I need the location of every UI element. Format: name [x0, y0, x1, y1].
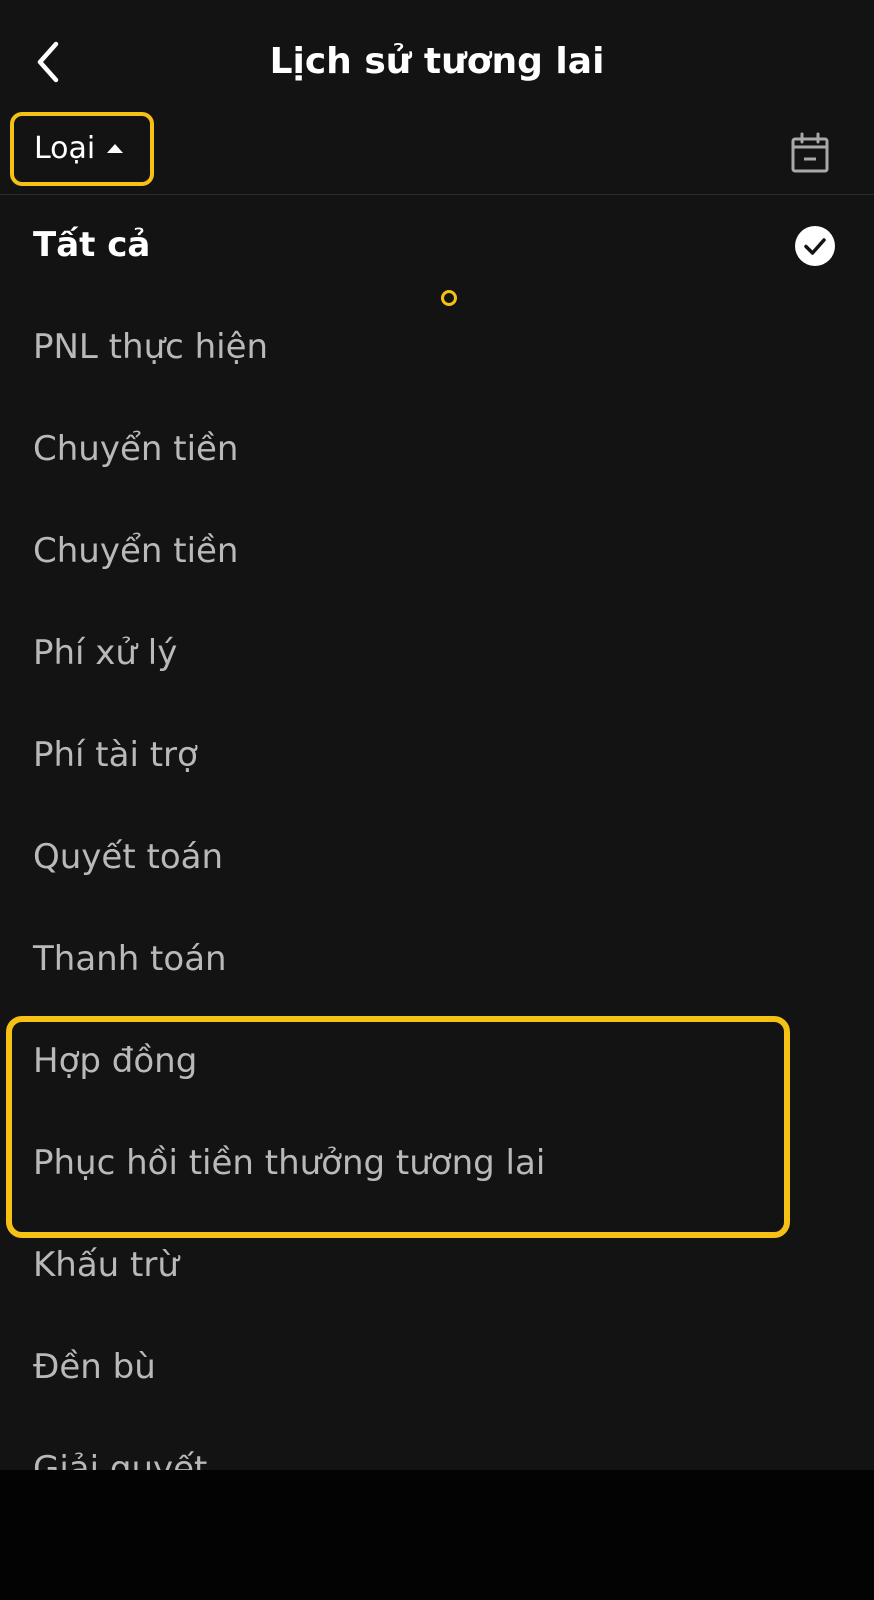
option-item[interactable]: Thanh toán: [0, 909, 874, 1011]
futures-history-screen: Lịch sử tương lai Loại Tất cả PNL thực h…: [0, 0, 874, 1470]
header: Lịch sử tương lai: [0, 0, 874, 120]
option-label: Phí tài trợ: [33, 735, 198, 775]
option-label: Chuyển tiền: [33, 531, 239, 571]
type-filter-dropdown[interactable]: Loại: [10, 112, 154, 186]
filter-bar: Loại: [0, 112, 874, 195]
option-item-all[interactable]: Tất cả: [0, 195, 874, 297]
type-filter-label: Loại: [34, 131, 96, 166]
option-label: Phục hồi tiền thưởng tương lai: [33, 1143, 546, 1183]
option-item[interactable]: Quyết toán: [0, 807, 874, 909]
option-item[interactable]: Phục hồi tiền thưởng tương lai: [0, 1113, 874, 1215]
option-label: Đền bù: [33, 1347, 156, 1387]
page-title: Lịch sử tương lai: [269, 41, 605, 82]
option-item[interactable]: Phí xử lý: [0, 603, 874, 705]
option-item[interactable]: Đền bù: [0, 1317, 874, 1419]
option-item[interactable]: PNL thực hiện: [0, 297, 874, 399]
option-label: Phí xử lý: [33, 633, 178, 673]
option-item[interactable]: Chuyển tiền: [0, 399, 874, 501]
option-item[interactable]: Giải quyết: [0, 1419, 874, 1470]
option-label: Khấu trừ: [33, 1245, 179, 1285]
option-label: Tất cả: [33, 225, 151, 265]
checkmark-circle-icon: [795, 226, 835, 266]
caret-up-icon: [107, 143, 124, 153]
option-label: Chuyển tiền: [33, 429, 239, 469]
option-item[interactable]: Phí tài trợ: [0, 705, 874, 807]
option-label: Thanh toán: [33, 939, 227, 979]
option-item[interactable]: Khấu trừ: [0, 1215, 874, 1317]
option-label: Giải quyết: [33, 1449, 208, 1470]
bottom-black-area: [0, 1470, 874, 1600]
option-item[interactable]: Hợp đồng: [0, 1011, 874, 1113]
option-item[interactable]: Chuyển tiền: [0, 501, 874, 603]
option-label: Hợp đồng: [33, 1041, 198, 1081]
calendar-icon: [791, 132, 829, 173]
calendar-button[interactable]: [790, 132, 830, 174]
option-label: PNL thực hiện: [33, 327, 269, 367]
option-label: Quyết toán: [33, 837, 224, 877]
